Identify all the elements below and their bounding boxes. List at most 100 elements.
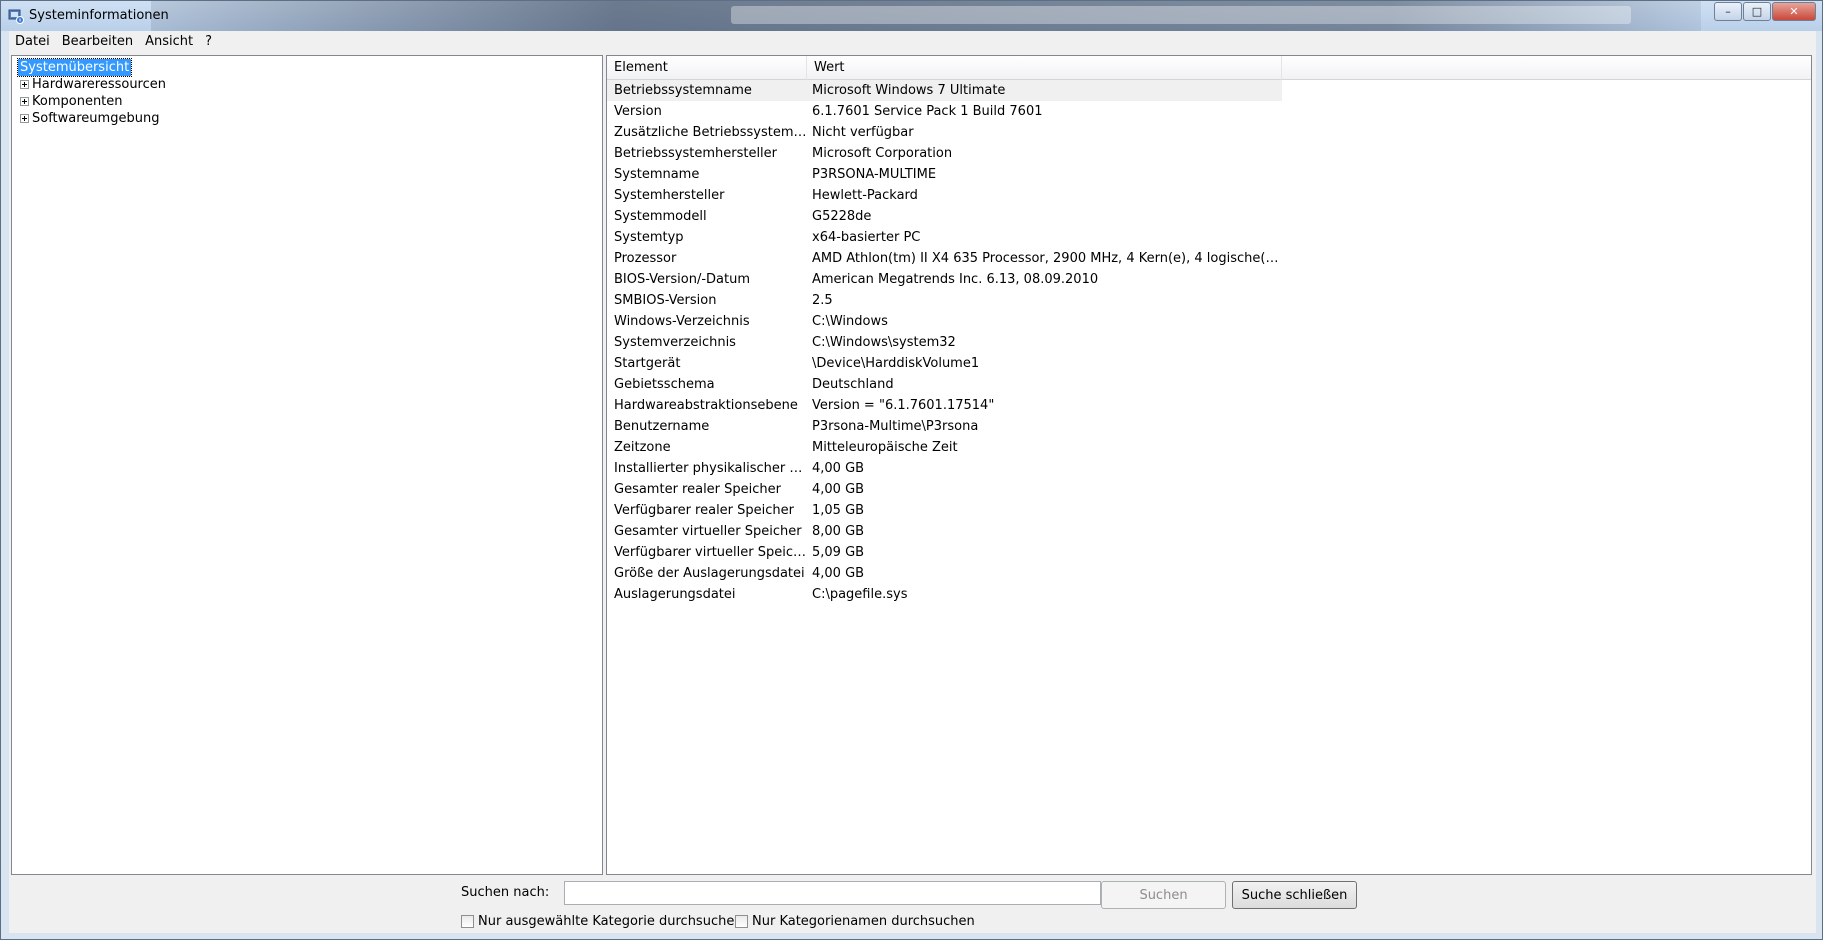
- table-row[interactable]: Version 6.1.7601 Service Pack 1 Build 760…: [607, 101, 1282, 122]
- checkbox-selected-category[interactable]: Nur ausgewählte Kategorie durchsuchen: [461, 914, 743, 929]
- cell-value: Hewlett-Packard: [812, 188, 918, 203]
- tree-item-softwareumgebung[interactable]: Softwareumgebung: [32, 110, 159, 127]
- menu-bearbeiten[interactable]: Bearbeiten: [56, 34, 139, 49]
- cell-value: 8,00 GB: [812, 524, 865, 539]
- cell-value: 5,09 GB: [812, 545, 865, 560]
- cell-element: Startgerät: [614, 356, 681, 371]
- menu-ansicht[interactable]: Ansicht: [139, 34, 199, 49]
- tree-item-komponenten[interactable]: Komponenten: [32, 93, 123, 110]
- cell-element: BIOS-Version/-Datum: [614, 272, 751, 287]
- cell-element: Betriebssystemhersteller: [614, 146, 778, 161]
- table-row[interactable]: Gesamter virtueller Speicher 8,00 GB: [607, 521, 1282, 542]
- table-row[interactable]: Hardwareabstraktionsebene Version = "6.1.…: [607, 395, 1282, 416]
- details-list[interactable]: Element Wert Betriebssystemname Microsoft…: [606, 55, 1812, 875]
- cell-element: Installierter physikalischer Speic...: [614, 461, 807, 476]
- cell-value: Mitteleuropäische Zeit: [812, 440, 958, 455]
- search-button[interactable]: Suchen: [1101, 881, 1226, 909]
- close-button[interactable]: ✕: [1772, 2, 1816, 21]
- table-row[interactable]: Systemmodell G5228de: [607, 206, 1282, 227]
- search-input[interactable]: [564, 881, 1101, 905]
- cell-value: American Megatrends Inc. 6.13, 08.09.201…: [812, 272, 1099, 287]
- table-row[interactable]: Windows-Verzeichnis C:\Windows: [607, 311, 1282, 332]
- minimize-button[interactable]: –: [1714, 2, 1742, 21]
- checkbox-category-names[interactable]: Nur Kategorienamen durchsuchen: [735, 914, 975, 929]
- table-row[interactable]: SMBIOS-Version 2.5: [607, 290, 1282, 311]
- category-tree[interactable]: Systemübersicht Hardwareressourcen Kompo…: [11, 55, 603, 875]
- cell-value: 2.5: [812, 293, 833, 308]
- table-row[interactable]: Systemhersteller Hewlett-Packard: [607, 185, 1282, 206]
- cell-value: AMD Athlon(tm) II X4 635 Processor, 2900…: [812, 251, 1282, 266]
- column-header-element[interactable]: Element: [607, 56, 807, 80]
- cell-value: C:\Windows\system32: [812, 335, 956, 350]
- cell-element: Verfügbarer virtueller Speicher: [614, 545, 807, 560]
- table-row[interactable]: Größe der Auslagerungsdatei 4,00 GB: [607, 563, 1282, 584]
- checkbox-label: Nur ausgewählte Kategorie durchsuchen: [478, 914, 743, 929]
- table-row[interactable]: Auslagerungsdatei C:\pagefile.sys: [607, 584, 1282, 605]
- menu-datei[interactable]: Datei: [9, 34, 56, 49]
- cell-element: Gesamter virtueller Speicher: [614, 524, 802, 539]
- client-area: Systemübersicht Hardwareressourcen Kompo…: [9, 51, 1816, 933]
- table-row[interactable]: Zeitzone Mitteleuropäische Zeit: [607, 437, 1282, 458]
- list-rows: Betriebssystemname Microsoft Windows 7 Ul…: [607, 80, 1282, 605]
- cell-element: Hardwareabstraktionsebene: [614, 398, 798, 413]
- column-header-value[interactable]: Wert: [807, 56, 1282, 80]
- cell-value: C:\pagefile.sys: [812, 587, 908, 602]
- tree-item-systemuebersicht[interactable]: Systemübersicht: [16, 58, 133, 77]
- cell-value: 4,00 GB: [812, 566, 865, 581]
- table-row[interactable]: Systemname P3RSONA-MULTIME: [607, 164, 1282, 185]
- cell-element: Systemmodell: [614, 209, 707, 224]
- table-row[interactable]: Verfügbarer realer Speicher 1,05 GB: [607, 500, 1282, 521]
- cell-value: Nicht verfügbar: [812, 125, 914, 140]
- cell-element: Auslagerungsdatei: [614, 587, 736, 602]
- table-row[interactable]: Verfügbarer virtueller Speicher 5,09 GB: [607, 542, 1282, 563]
- cell-value: 4,00 GB: [812, 461, 865, 476]
- cell-element: Systemtyp: [614, 230, 684, 245]
- table-row[interactable]: Gebietsschema Deutschland: [607, 374, 1282, 395]
- search-area: Suchen nach: Suchen Suche schließen Nur …: [9, 877, 1816, 933]
- list-header: Element Wert: [607, 56, 1811, 80]
- cell-value: Deutschland: [812, 377, 894, 392]
- table-row[interactable]: Prozessor AMD Athlon(tm) II X4 635 Proces…: [607, 248, 1282, 269]
- table-row[interactable]: Betriebssystemname Microsoft Windows 7 Ul…: [607, 80, 1282, 101]
- cell-element: Benutzername: [614, 419, 710, 434]
- title-bar[interactable]: Systeminformationen – □ ✕: [1, 1, 1822, 31]
- cell-element: Systemhersteller: [614, 188, 725, 203]
- window-title: Systeminformationen: [29, 8, 169, 23]
- table-row[interactable]: Gesamter realer Speicher 4,00 GB: [607, 479, 1282, 500]
- expand-icon[interactable]: [20, 97, 29, 106]
- cell-value: P3rsona-Multime\P3rsona: [812, 419, 979, 434]
- menu-bar: Datei Bearbeiten Ansicht ?: [9, 31, 1816, 51]
- table-row[interactable]: Systemverzeichnis C:\Windows\system32: [607, 332, 1282, 353]
- checkbox-box[interactable]: [735, 915, 748, 928]
- tree-item-hardwareressourcen[interactable]: Hardwareressourcen: [32, 76, 166, 93]
- cell-element: Systemverzeichnis: [614, 335, 736, 350]
- cell-value: P3RSONA-MULTIME: [812, 167, 937, 182]
- cell-element: Systemname: [614, 167, 700, 182]
- checkbox-label: Nur Kategorienamen durchsuchen: [752, 914, 975, 929]
- checkbox-box[interactable]: [461, 915, 474, 928]
- cell-element: Verfügbarer realer Speicher: [614, 503, 795, 518]
- close-search-button[interactable]: Suche schließen: [1232, 881, 1357, 909]
- table-row[interactable]: Startgerät \Device\HarddiskVolume1: [607, 353, 1282, 374]
- cell-value: x64-basierter PC: [812, 230, 921, 245]
- cell-value: Version = "6.1.7601.17514": [812, 398, 995, 413]
- table-row[interactable]: Zusätzliche Betriebssystembesc... Nicht v…: [607, 122, 1282, 143]
- cell-element: Gebietsschema: [614, 377, 715, 392]
- cell-element: Windows-Verzeichnis: [614, 314, 750, 329]
- cell-element: SMBIOS-Version: [614, 293, 717, 308]
- cell-value: C:\Windows: [812, 314, 888, 329]
- cell-value: Microsoft Corporation: [812, 146, 953, 161]
- maximize-button[interactable]: □: [1743, 2, 1771, 21]
- table-row[interactable]: Installierter physikalischer Speic... 4,0…: [607, 458, 1282, 479]
- cell-element: Zeitzone: [614, 440, 671, 455]
- table-row[interactable]: Systemtyp x64-basierter PC: [607, 227, 1282, 248]
- app-window: Systeminformationen – □ ✕ Datei Bearbeit…: [0, 0, 1823, 940]
- menu-help[interactable]: ?: [199, 34, 218, 49]
- table-row[interactable]: Betriebssystemhersteller Microsoft Corpor…: [607, 143, 1282, 164]
- system-info-icon: [8, 9, 24, 24]
- table-row[interactable]: Benutzername P3rsona-Multime\P3rsona: [607, 416, 1282, 437]
- expand-icon[interactable]: [20, 80, 29, 89]
- table-row[interactable]: BIOS-Version/-Datum American Megatrends I…: [607, 269, 1282, 290]
- expand-icon[interactable]: [20, 114, 29, 123]
- cell-element: Zusätzliche Betriebssystembesc...: [614, 125, 807, 140]
